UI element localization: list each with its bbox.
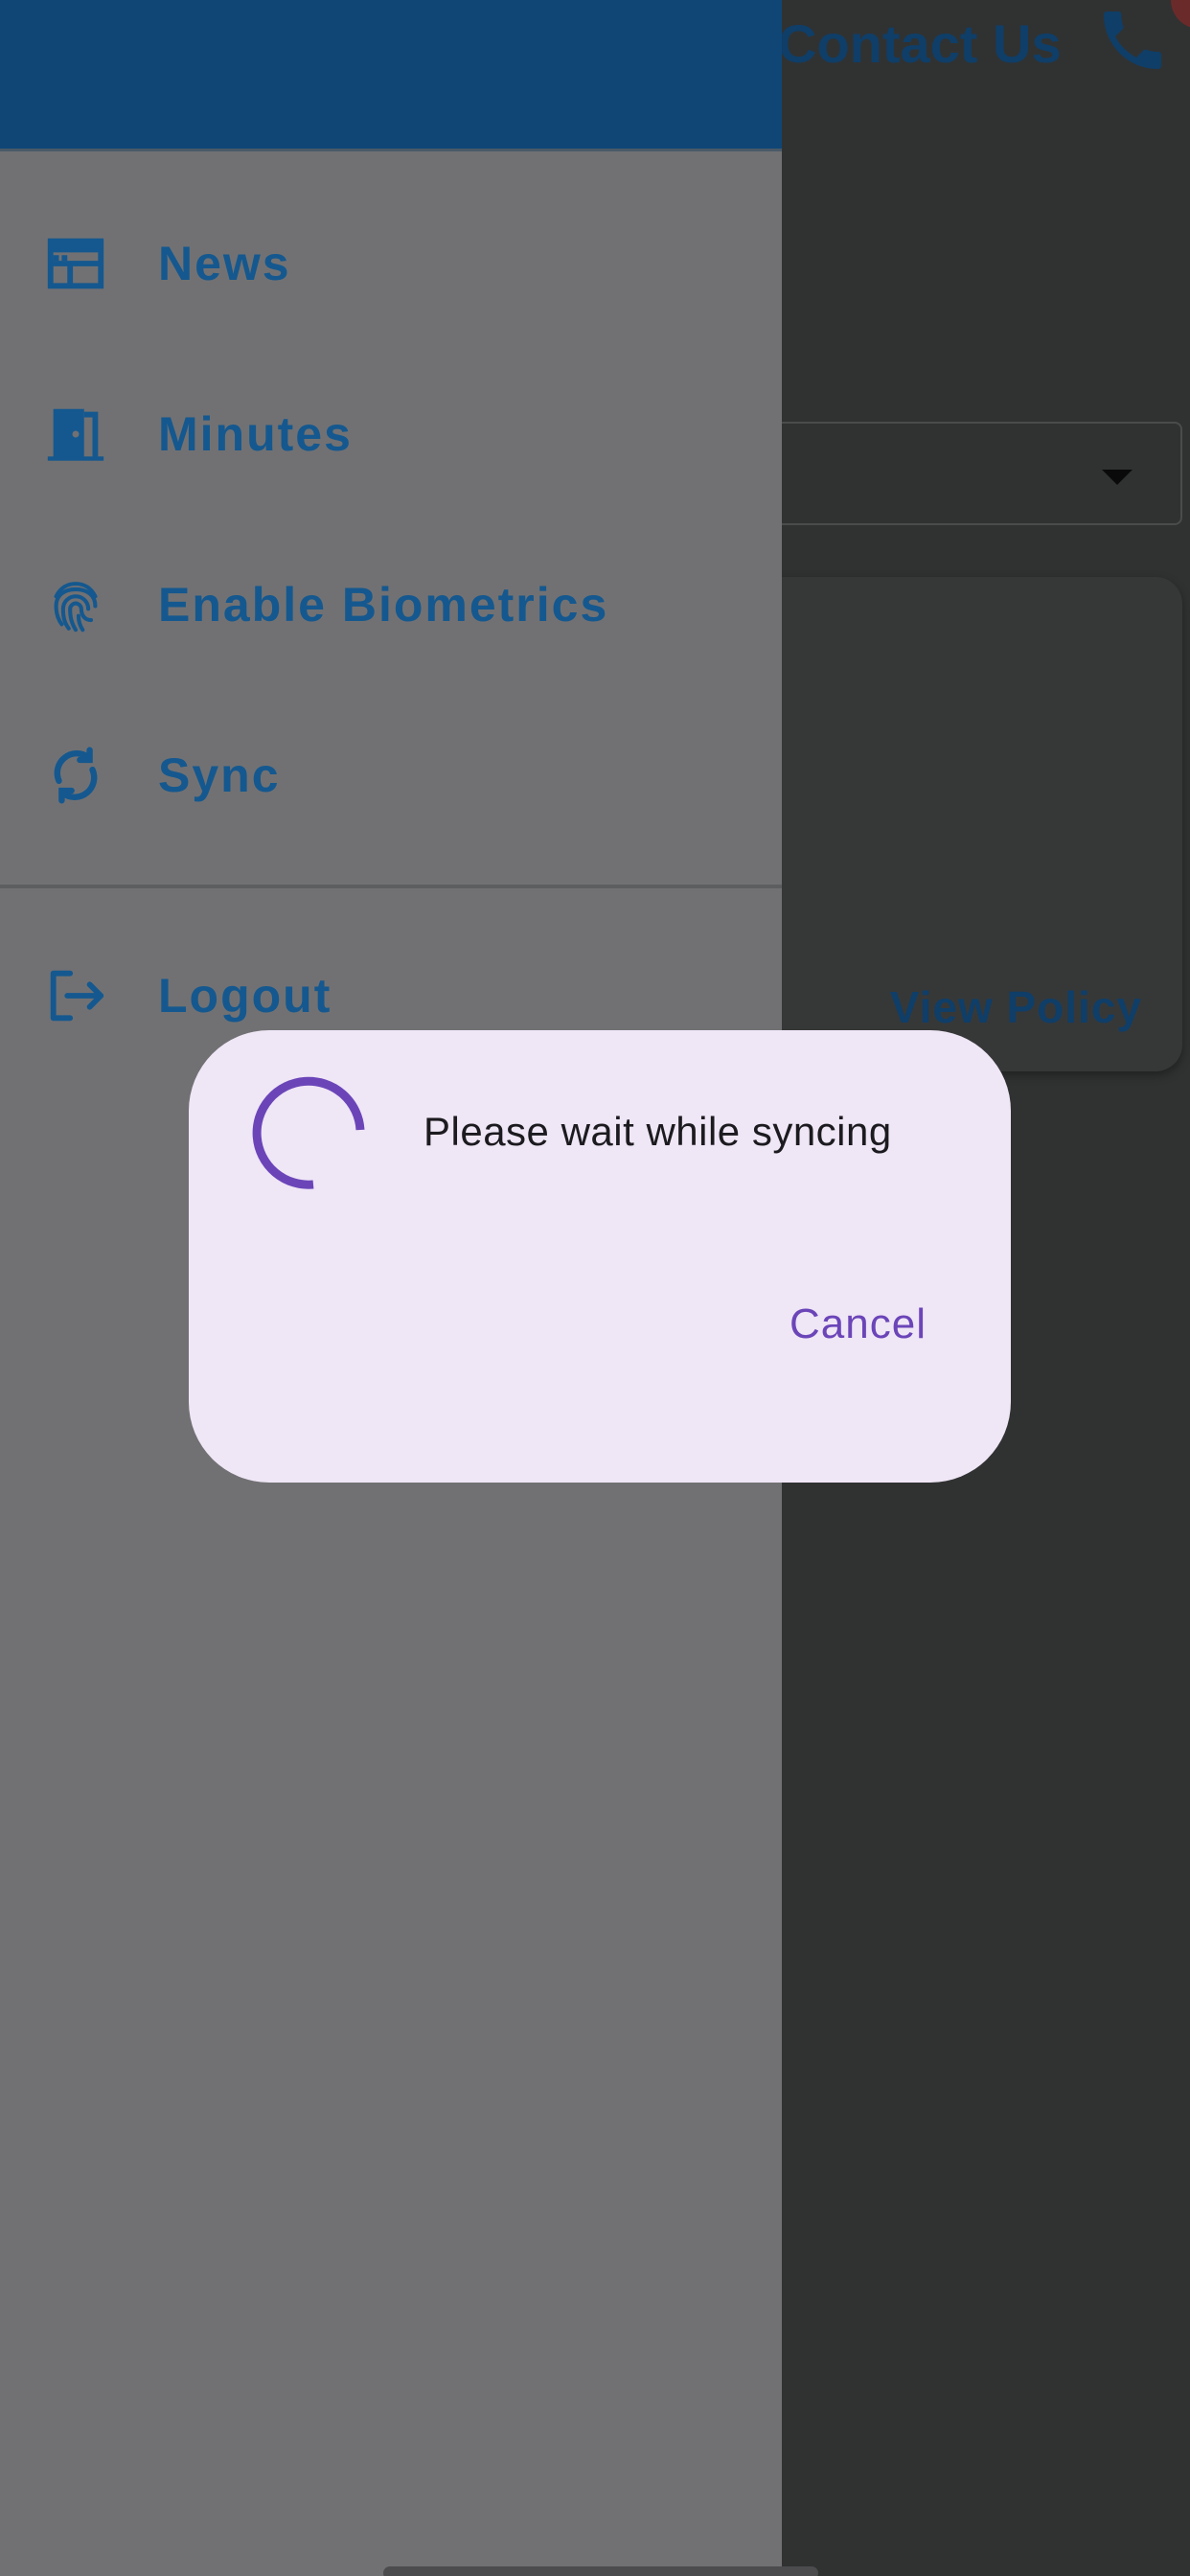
drawer-item-minutes[interactable]: Minutes [0,362,782,506]
home-indicator[interactable] [383,2566,818,2576]
drawer-item-label: News [158,237,291,290]
drawer-item-label: Sync [158,748,281,802]
dialog-message: Please wait while syncing [423,1109,892,1154]
drawer-item-label: Logout [158,969,332,1023]
fingerprint-icon [42,571,109,638]
drawer-divider [0,885,782,888]
door-icon [42,401,109,468]
newspaper-icon [42,230,109,297]
dropdown-arrow-icon [1102,470,1133,485]
background-dropdown[interactable] [728,422,1182,525]
contact-us-title[interactable]: Contact Us [778,8,1062,80]
loading-spinner-icon [252,1076,365,1189]
drawer-item-label: Minutes [158,407,353,461]
cancel-button[interactable]: Cancel [790,1300,927,1348]
drawer-item-news[interactable]: News [0,192,782,335]
drawer-item-enable-biometrics[interactable]: Enable Biometrics [0,533,782,677]
view-policy-button[interactable]: View Policy [890,981,1142,1033]
drawer-item-sync[interactable]: Sync [0,703,782,847]
drawer-header [0,0,782,151]
phone-icon[interactable] [1094,0,1171,80]
sync-icon [42,742,109,809]
sync-progress-dialog: Please wait while syncing Cancel [189,1030,1011,1483]
policy-card: View Policy [728,577,1182,1071]
notification-badge [1171,0,1190,29]
drawer-item-label: Enable Biometrics [158,578,609,632]
app-root: Contact Us View Policy News Minutes Enab… [0,0,1190,2576]
logout-icon [42,962,109,1029]
